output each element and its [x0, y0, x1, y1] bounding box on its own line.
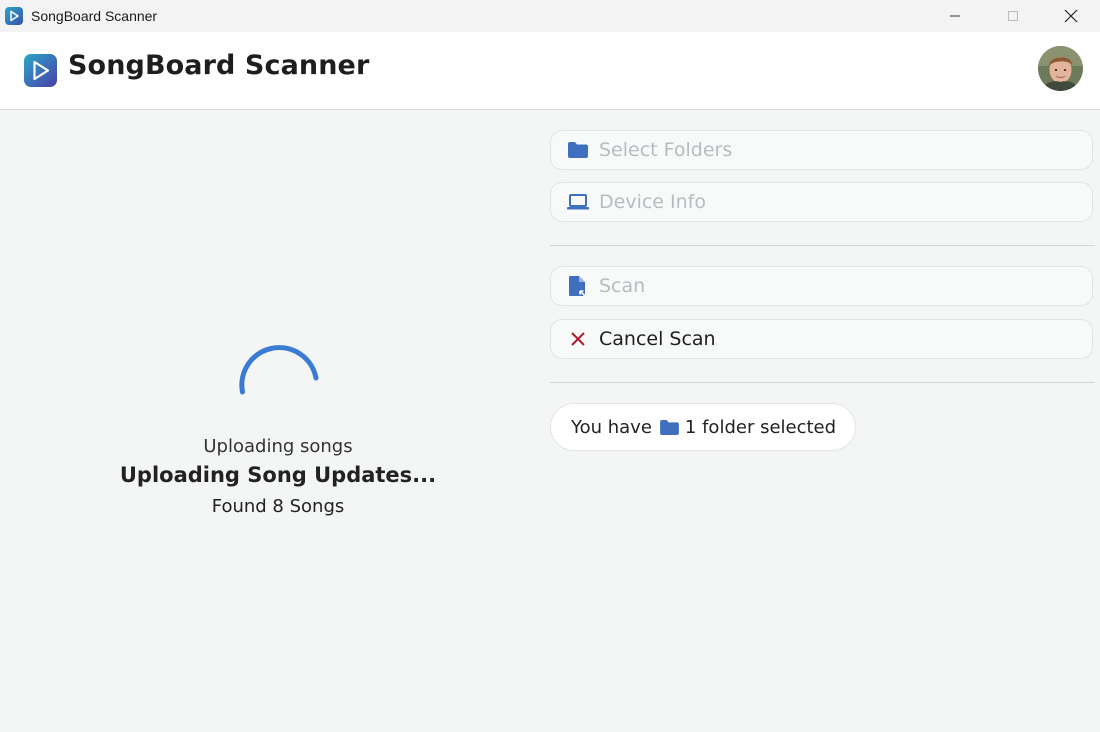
folder-icon	[660, 419, 679, 435]
section-divider	[550, 382, 1095, 383]
scan-button[interactable]: Scan	[550, 266, 1093, 306]
folder-selection-summary: You have 1 folder selected	[550, 403, 856, 451]
app-logo-icon	[5, 7, 23, 25]
songs-found-count: Found 8 Songs	[211, 496, 345, 517]
user-avatar-icon	[1038, 46, 1083, 91]
maximize-button[interactable]	[984, 0, 1042, 32]
device-info-button[interactable]: Device Info	[550, 182, 1093, 222]
status-subtitle: Uploading songs	[203, 436, 353, 457]
close-window-button[interactable]	[1042, 0, 1100, 32]
app-logo-icon	[24, 54, 57, 87]
device-info-label: Device Info	[599, 191, 706, 213]
close-icon	[1064, 9, 1078, 23]
selection-count-text: 1 folder selected	[684, 416, 837, 438]
minimize-icon	[950, 15, 960, 17]
cancel-scan-label: Cancel Scan	[599, 328, 716, 350]
laptop-icon	[567, 191, 589, 213]
window-title: SongBoard Scanner	[31, 8, 158, 24]
app-header: SongBoard Scanner	[0, 32, 1100, 110]
window-titlebar: SongBoard Scanner	[0, 0, 1100, 32]
cancel-scan-button[interactable]: Cancel Scan	[550, 319, 1093, 359]
window-controls	[926, 0, 1100, 32]
selection-prefix: You have	[571, 416, 652, 438]
scan-label: Scan	[599, 275, 646, 297]
status-heading: Uploading Song Updates...	[119, 463, 437, 487]
loading-spinner	[239, 345, 319, 395]
section-divider	[550, 245, 1095, 246]
app-title: SongBoard Scanner	[68, 50, 370, 81]
select-folders-label: Select Folders	[599, 139, 733, 161]
avatar[interactable]	[1038, 46, 1083, 91]
minimize-button[interactable]	[926, 0, 984, 32]
folder-icon	[567, 139, 589, 161]
scan-file-icon	[567, 275, 589, 297]
select-folders-button[interactable]: Select Folders	[550, 130, 1093, 170]
cancel-icon	[567, 328, 589, 350]
maximize-icon	[1008, 11, 1018, 21]
